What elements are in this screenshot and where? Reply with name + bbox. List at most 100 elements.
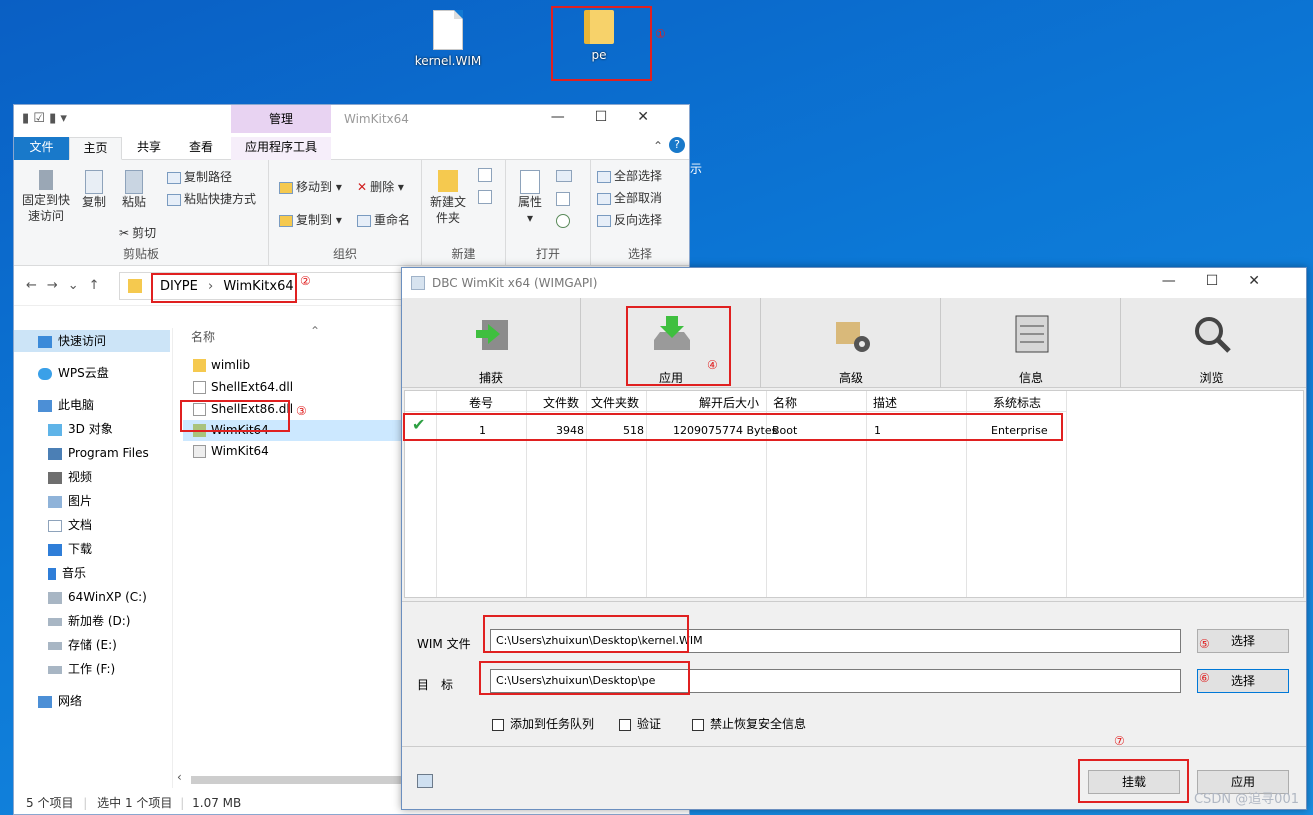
dll-file-icon [193,381,206,394]
easy-access-icon[interactable] [478,190,492,204]
wimkit-dialog: DBC WimKit x64 (WIMGAPI) —☐✕ 捕获 应用 高级 信息… [401,267,1307,810]
sidebar-item-drive-d[interactable]: 新加卷 (D:) [48,610,130,632]
tab-home[interactable]: 主页 [69,137,122,160]
sidebar-item-quick-access[interactable]: 快速访问 [14,330,170,352]
window-controls[interactable]: —☐✕ [551,109,679,125]
sidebar-item-drive-f[interactable]: 工作 (F:) [48,658,115,680]
column-header-folders[interactable]: 文件夹数 [591,394,639,411]
sidebar-item-music[interactable]: 音乐 [48,562,86,584]
file-row[interactable]: wimlib [183,355,403,376]
rename-label: 重命名 [374,213,411,227]
invert-selection-button[interactable]: 反向选择 [597,211,662,228]
sidebar-item-label: 文档 [68,518,93,532]
capture-label: 捕获 [478,371,503,385]
tab-share[interactable]: 共享 [129,137,169,160]
sort-up-icon: ⌃ [310,324,321,338]
window-controls[interactable]: —☐✕ [1162,273,1290,289]
help-icon[interactable]: ? [669,137,685,153]
sidebar-item-program-files[interactable]: Program Files [48,442,149,464]
copy-path-label: 复制路径 [184,170,233,184]
no-restore-security-checkbox[interactable]: 禁止恢复安全信息 [692,715,806,732]
sidebar-item-pictures[interactable]: 图片 [48,490,92,512]
browse-tool-button[interactable]: 浏览 [1122,298,1301,388]
verify-checkbox[interactable]: 验证 [619,715,661,732]
column-header-files[interactable]: 文件数 [543,394,579,411]
column-header-flag[interactable]: 系统标志 [993,394,1041,411]
paste-shortcut-button[interactable]: 粘贴快捷方式 [167,190,256,207]
select-all-label: 全部选择 [614,169,663,183]
sidebar-item-documents[interactable]: 文档 [48,514,92,536]
new-item-icon[interactable] [478,168,492,182]
app-icon [411,276,425,290]
desktop-icon-label: kernel.WIM [414,54,482,68]
advanced-button[interactable]: 高级 [762,298,941,388]
tab-file[interactable]: 文件 [14,137,69,160]
file-row[interactable]: ShellExt64.dll [183,377,403,398]
delete-label: 删除 [370,180,395,194]
tab-app-tools[interactable]: 应用程序工具 [231,137,331,160]
column-header-size[interactable]: 解开后大小 [699,394,759,411]
target-browse-button[interactable]: 选择 [1197,669,1289,693]
tab-view[interactable]: 查看 [181,137,221,160]
behind-window-text: 示 [690,162,703,176]
paste-shortcut-icon [167,193,181,206]
explorer-titlebar: ▮ ☑ ▮ ▾ 管理 WimKitx64 —☐✕ [14,105,689,133]
file-name: wimlib [211,358,251,372]
cloud-icon [38,367,52,380]
selected-size: 1.07 MB [192,796,242,810]
window-icon [48,447,62,460]
wim-browse-button[interactable]: 选择 [1197,629,1289,653]
sidebar-item-downloads[interactable]: 下载 [48,538,92,560]
info-button[interactable]: 信息 [942,298,1121,388]
sidebar-item-label: 音乐 [62,566,87,580]
item-count: 5 个项目 [26,796,74,810]
cut-button[interactable]: ✂ 剪切 [119,224,156,241]
desktop-icon-kernel-wim[interactable]: kernel.WIM [408,10,488,68]
copy-to-button[interactable]: 复制到 ▾ [279,211,342,228]
edit-icon[interactable] [556,192,570,206]
new-folder-button[interactable]: 新建文件夹 [426,170,470,226]
column-header-description[interactable]: 描述 [873,394,897,411]
sidebar-item-label: Program Files [68,446,149,460]
column-header-name[interactable]: 名称 [773,394,797,411]
pin-label: 固定到快速访问 [22,193,71,223]
invert-selection-icon [597,214,611,227]
delete-button[interactable]: ✕ 删除 ▾ [357,178,404,195]
navigation-buttons[interactable]: ←→⌄↑ [26,278,110,293]
move-to-button[interactable]: 移动到 ▾ [279,178,342,195]
properties-button[interactable]: 属性 ▾ [512,170,548,226]
open-icon[interactable] [556,170,572,182]
collapse-ribbon-icon[interactable]: ⌃ [653,139,663,153]
select-none-button[interactable]: 全部取消 [597,189,662,206]
column-header-volume[interactable]: 卷号 [469,394,493,411]
pin-quick-access-button[interactable]: 固定到快速访问 [18,170,74,224]
copy-button[interactable]: 复制 [76,170,112,210]
paste-button[interactable]: 粘贴 [116,170,152,210]
capture-button[interactable]: 捕获 [402,298,581,388]
quick-access-toolbar[interactable]: ▮ ☑ ▮ ▾ [22,111,67,126]
sidebar-item-network[interactable]: 网络 [38,690,82,712]
scroll-left-icon[interactable]: ‹ [177,770,182,784]
log-panel-icon[interactable] [417,774,433,788]
copy-path-icon [167,171,181,184]
delete-icon: ✕ [357,180,368,194]
sidebar-item-drive-e[interactable]: 存储 (E:) [48,634,117,656]
rename-button[interactable]: 重命名 [357,211,410,228]
horizontal-scrollbar[interactable] [191,776,401,784]
sidebar-item-drive-c[interactable]: 64WinXP (C:) [48,586,147,608]
add-to-queue-checkbox[interactable]: 添加到任务队列 [492,715,594,732]
file-row[interactable]: WimKit64 [183,441,403,462]
wimkit-titlebar: DBC WimKit x64 (WIMGAPI) —☐✕ [402,268,1306,298]
history-icon[interactable] [556,214,570,228]
music-note-icon [48,567,56,580]
tab-manage[interactable]: 管理 [231,105,331,133]
sidebar-item-wps-cloud[interactable]: WPS云盘 [38,362,109,384]
select-all-button[interactable]: 全部选择 [597,167,662,184]
sidebar-item-videos[interactable]: 视频 [48,466,92,488]
sidebar-item-3d-objects[interactable]: 3D 对象 [48,418,113,440]
sidebar-item-this-pc[interactable]: 此电脑 [38,394,94,416]
column-header-name[interactable]: 名称 [191,328,215,345]
sidebar-item-label: 快速访问 [58,334,107,348]
pin-icon [39,170,53,190]
copy-path-button[interactable]: 复制路径 [167,168,232,185]
